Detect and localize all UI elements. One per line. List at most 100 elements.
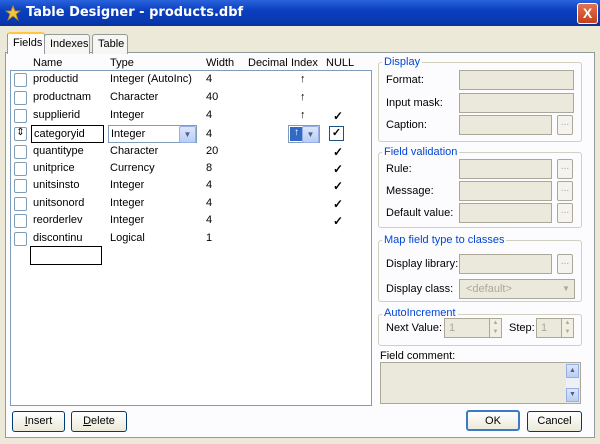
message-input[interactable] <box>459 181 552 201</box>
chevron-down-icon[interactable]: ▼ <box>559 281 573 297</box>
field-name[interactable]: quantitype <box>33 145 84 157</box>
field-comment-input[interactable] <box>380 362 581 404</box>
table-row[interactable]: productid Integer (AutoInc) 4 ↑ <box>11 71 371 89</box>
type-combo[interactable]: Integer ▼ <box>108 125 197 143</box>
field-type[interactable]: Integer (AutoInc) <box>110 73 196 85</box>
tab-table[interactable]: Table <box>92 34 128 54</box>
field-name[interactable]: unitprice <box>33 162 75 174</box>
field-type[interactable]: Integer <box>110 109 144 121</box>
chevron-down-icon[interactable]: ▼ <box>179 126 196 143</box>
field-name[interactable]: unitsinsto <box>33 179 79 191</box>
default-value-label: Default value: <box>386 207 454 219</box>
field-name-editor[interactable]: categoryid <box>31 125 104 143</box>
tab-indexes[interactable]: Indexes <box>44 34 90 54</box>
field-type[interactable]: Currency <box>110 162 155 174</box>
row-selector[interactable] <box>14 197 27 211</box>
field-width[interactable]: 4 <box>206 109 212 121</box>
null-check[interactable]: ✓ <box>333 162 343 176</box>
field-width[interactable]: 4 <box>206 179 212 191</box>
default-value-ellipsis-button[interactable]: ... <box>557 203 573 223</box>
next-value-input[interactable]: 1 <box>444 318 490 338</box>
comment-scrollbar[interactable]: ▲ ▼ <box>566 364 579 402</box>
row-selector[interactable] <box>14 179 27 193</box>
ok-button[interactable]: OK <box>466 410 520 431</box>
field-name[interactable]: discontinu <box>33 232 83 244</box>
field-type: Integer <box>111 128 146 140</box>
row-selector[interactable] <box>14 109 27 123</box>
insert-button[interactable]: Insert <box>12 411 65 432</box>
tab-fields[interactable]: Fields <box>7 32 45 54</box>
table-row[interactable]: quantitype Character 20 ✓ <box>11 143 371 161</box>
close-button[interactable]: X <box>577 3 598 24</box>
row-selector[interactable] <box>14 162 27 176</box>
step-input[interactable]: 1 <box>536 318 562 338</box>
field-width[interactable]: 20 <box>206 145 218 157</box>
field-type[interactable]: Logical <box>110 232 145 244</box>
table-row[interactable]: reorderlev Integer 4 ✓ <box>11 212 371 230</box>
index-ascending-icon[interactable]: ↑ <box>300 91 306 103</box>
format-input[interactable] <box>459 70 574 90</box>
index-ascending-icon[interactable]: ↑ <box>300 109 306 121</box>
scroll-up-icon[interactable]: ▲ <box>566 364 579 378</box>
display-class-value: <default> <box>466 283 512 295</box>
default-value-input[interactable] <box>459 203 552 223</box>
move-handle-icon[interactable]: ⇕ <box>14 127 27 141</box>
field-width[interactable]: 4 <box>206 128 212 140</box>
caption-input[interactable] <box>459 115 552 135</box>
row-selector[interactable] <box>14 232 27 246</box>
row-selector[interactable] <box>14 145 27 159</box>
display-class-select[interactable]: <default> <box>459 279 575 299</box>
null-check[interactable]: ✓ <box>333 214 343 228</box>
null-check[interactable]: ✓ <box>333 197 343 211</box>
null-check[interactable]: ✓ <box>333 109 343 123</box>
field-type[interactable]: Integer <box>110 179 144 191</box>
field-width[interactable]: 4 <box>206 197 212 209</box>
field-type[interactable]: Character <box>110 91 158 103</box>
display-library-input[interactable] <box>459 254 552 274</box>
table-row[interactable]: productnam Character 40 ↑ <box>11 89 371 107</box>
field-type[interactable]: Integer <box>110 197 144 209</box>
row-selector[interactable] <box>14 214 27 228</box>
table-row[interactable]: unitprice Currency 8 ✓ <box>11 160 371 178</box>
format-label: Format: <box>386 74 424 86</box>
header-type: Type <box>110 57 134 69</box>
step-spinner[interactable]: ▲ ▼ <box>561 318 574 338</box>
field-name[interactable]: productid <box>33 73 78 85</box>
table-row[interactable]: unitsonord Integer 4 ✓ <box>11 195 371 213</box>
field-width[interactable]: 1 <box>206 232 212 244</box>
field-name[interactable]: unitsonord <box>33 197 84 209</box>
row-selector[interactable] <box>14 91 27 105</box>
field-name[interactable]: reorderlev <box>33 214 83 226</box>
index-combo[interactable]: ↑ ▼ <box>288 125 320 143</box>
input-mask-input[interactable] <box>459 93 574 113</box>
table-row[interactable]: supplierid Integer 4 ↑ ✓ <box>11 107 371 125</box>
field-name[interactable]: supplierid <box>33 109 80 121</box>
scroll-down-icon[interactable]: ▼ <box>566 388 579 402</box>
index-ascending-icon[interactable]: ↑ <box>300 73 306 85</box>
delete-button[interactable]: Delete <box>71 411 127 432</box>
null-checkbox[interactable]: ✓ <box>329 126 344 141</box>
field-type[interactable]: Character <box>110 145 158 157</box>
next-value-spinner[interactable]: ▲ ▼ <box>489 318 502 338</box>
new-field-input[interactable] <box>30 246 102 265</box>
message-ellipsis-button[interactable]: ... <box>557 181 573 201</box>
table-row-selected[interactable]: ⇕ categoryid Integer ▼ 4 ↑ ▼ ✓ <box>11 124 371 144</box>
field-width[interactable]: 4 <box>206 214 212 226</box>
library-ellipsis-button[interactable]: ... <box>557 254 573 274</box>
null-check[interactable]: ✓ <box>333 145 343 159</box>
field-width[interactable]: 40 <box>206 91 218 103</box>
field-width[interactable]: 4 <box>206 73 212 85</box>
null-check[interactable]: ✓ <box>333 179 343 193</box>
table-row[interactable]: unitsinsto Integer 4 ✓ <box>11 177 371 195</box>
field-type[interactable]: Integer <box>110 214 144 226</box>
field-name[interactable]: productnam <box>33 91 91 103</box>
header-decimal: Decimal <box>248 57 288 69</box>
header-width: Width <box>206 57 235 69</box>
chevron-down-icon[interactable]: ▼ <box>302 126 319 143</box>
cancel-button[interactable]: Cancel <box>527 411 582 432</box>
row-selector[interactable] <box>14 73 27 87</box>
field-width[interactable]: 8 <box>206 162 212 174</box>
rule-ellipsis-button[interactable]: ... <box>557 159 573 179</box>
caption-ellipsis-button[interactable]: ... <box>557 115 573 135</box>
rule-input[interactable] <box>459 159 552 179</box>
